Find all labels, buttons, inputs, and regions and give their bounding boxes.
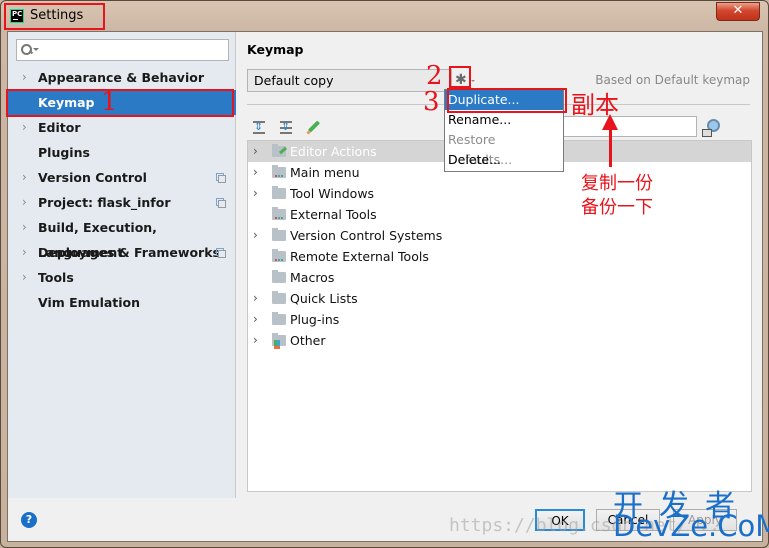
chevron-right-icon[interactable]: › [22, 65, 27, 90]
menu-item-restore-defaults: Restore Defaults... [448, 132, 513, 167]
cancel-button[interactable]: Cancel [596, 509, 660, 531]
sidebar-item-project-flask-infor[interactable]: › Project: flask_infor [8, 190, 236, 215]
sidebar-item-plugins[interactable]: Plugins [8, 140, 236, 165]
chevron-right-icon[interactable]: › [22, 265, 27, 290]
actions-tree: › Editor Actions › Main menu › Tool Windows Ex… [247, 140, 752, 492]
gear-popup-menu: Duplicate... Rename... Restore Defaults...… [444, 89, 564, 172]
sidebar-item-vim-emulation[interactable]: Vim Emulation [8, 290, 236, 315]
sidebar-item-label: Vim Emulation [38, 295, 141, 310]
title-bar: PC Settings ✕ [1, 1, 768, 31]
chevron-right-icon[interactable]: › [22, 215, 27, 240]
edit-shortcut-pencil-icon[interactable] [305, 120, 321, 136]
expand-all-icon[interactable] [251, 120, 267, 136]
tree-row-label: Macros [290, 270, 335, 285]
sidebar-item-tools[interactable]: › Tools [8, 265, 236, 290]
sidebar-item-version-control[interactable]: › Version Control [8, 165, 236, 190]
chevron-right-icon[interactable]: › [253, 141, 258, 162]
search-options-dropdown-icon[interactable] [33, 48, 39, 51]
find-by-shortcut-icon[interactable] [702, 119, 720, 137]
tree-row-label: Version Control Systems [290, 228, 443, 243]
tree-row[interactable]: External Tools [248, 204, 751, 225]
sidebar-item-label: Version Control [38, 170, 147, 185]
tree-row[interactable]: › Tool Windows [248, 183, 751, 204]
sidebar-item-label: Plugins [38, 145, 90, 160]
chevron-right-icon[interactable]: › [253, 183, 258, 204]
gear-dropdown-icon[interactable] [471, 80, 475, 82]
sidebar-item-editor[interactable]: › Editor [8, 115, 236, 140]
sidebar-item-label: Languages & Frameworks [38, 245, 220, 260]
sidebar-item-languages-frameworks[interactable]: › Languages & Frameworks [8, 240, 236, 265]
folder-icon [272, 291, 286, 304]
chevron-right-icon[interactable]: › [22, 190, 27, 215]
menu-item-duplicate[interactable]: Duplicate... [445, 90, 563, 110]
gear-icon[interactable]: ✱ [455, 72, 471, 88]
folder-icon [272, 312, 286, 325]
sidebar-item-label: Keymap [38, 95, 95, 110]
annotation-arrow-shaft [609, 127, 612, 167]
tree-row-label: Main menu [290, 165, 360, 180]
folder-icon [272, 186, 286, 199]
tree-row-label: Plug-ins [290, 312, 340, 327]
project-level-settings-icon [216, 173, 226, 183]
tree-row[interactable]: › Other [248, 330, 751, 351]
tree-row-label: External Tools [290, 207, 377, 222]
folder-icon [272, 144, 286, 157]
sidebar-item-label: Tools [38, 270, 74, 285]
close-window-button[interactable]: ✕ [716, 2, 760, 21]
collapse-all-icon[interactable] [278, 120, 294, 136]
folder-icon [272, 333, 286, 349]
folder-icon [272, 207, 286, 220]
window-title: Settings [30, 8, 84, 23]
chevron-right-icon[interactable]: › [253, 162, 258, 183]
tree-row-label: Tool Windows [290, 186, 375, 201]
pycharm-app-icon: PC [10, 9, 24, 23]
sidebar-item-label: Project: flask_infor [38, 195, 171, 210]
folder-icon [272, 165, 286, 178]
menu-item-rename[interactable]: Rename... [445, 110, 563, 130]
folder-icon [272, 270, 286, 283]
dialog-body: › Appearance & Behavior Keymap › Editor Plugi… [7, 31, 763, 542]
page-title: Keymap [247, 42, 304, 57]
tree-row-label: Quick Lists [290, 291, 358, 306]
keymap-scheme-select[interactable]: Default copy [247, 69, 452, 92]
chevron-right-icon[interactable]: › [253, 225, 258, 246]
chevron-right-icon[interactable]: › [253, 288, 258, 309]
sidebar-item-build-execution-deployment[interactable]: › Build, Execution, Deployment [8, 215, 236, 260]
project-level-settings-icon [216, 248, 226, 258]
folder-icon [272, 249, 286, 262]
chevron-right-icon[interactable]: › [22, 240, 27, 265]
tree-row[interactable]: Macros [248, 267, 751, 288]
chevron-right-icon[interactable]: › [22, 115, 27, 140]
chevron-right-icon[interactable]: › [253, 309, 258, 330]
project-level-settings-icon [216, 198, 226, 208]
based-on-label: Based on Default keymap [595, 73, 750, 87]
tree-row[interactable]: › Plug-ins [248, 309, 751, 330]
ok-button[interactable]: OK [535, 509, 585, 531]
tree-row[interactable]: › Quick Lists [248, 288, 751, 309]
sidebar-item-label: Appearance & Behavior [38, 70, 204, 85]
folder-icon [272, 228, 286, 241]
apply-button[interactable]: Apply [673, 509, 737, 531]
tree-row[interactable]: Remote External Tools [248, 246, 751, 267]
chevron-right-icon[interactable]: › [253, 330, 258, 351]
settings-nav: › Appearance & Behavior Keymap › Editor Plugi… [8, 65, 236, 315]
action-filter-input[interactable] [555, 116, 697, 137]
settings-search-input[interactable] [16, 39, 229, 61]
tree-row-label: Other [290, 333, 326, 348]
tree-row-label: Editor Actions [290, 144, 377, 159]
chevron-right-icon[interactable]: › [22, 165, 27, 190]
sidebar-item-keymap[interactable]: Keymap [8, 90, 236, 115]
settings-window: PC Settings ✕ › Appearance & Behavior Keym… [0, 0, 769, 548]
help-icon[interactable]: ? [21, 512, 37, 528]
sidebar-item-label: Editor [38, 120, 81, 135]
tree-row-label: Remote External Tools [290, 249, 429, 264]
sidebar-item-appearance-behavior[interactable]: › Appearance & Behavior [8, 65, 236, 90]
tree-row[interactable]: › Version Control Systems [248, 225, 751, 246]
settings-sidebar: › Appearance & Behavior Keymap › Editor Plugi… [8, 32, 236, 498]
